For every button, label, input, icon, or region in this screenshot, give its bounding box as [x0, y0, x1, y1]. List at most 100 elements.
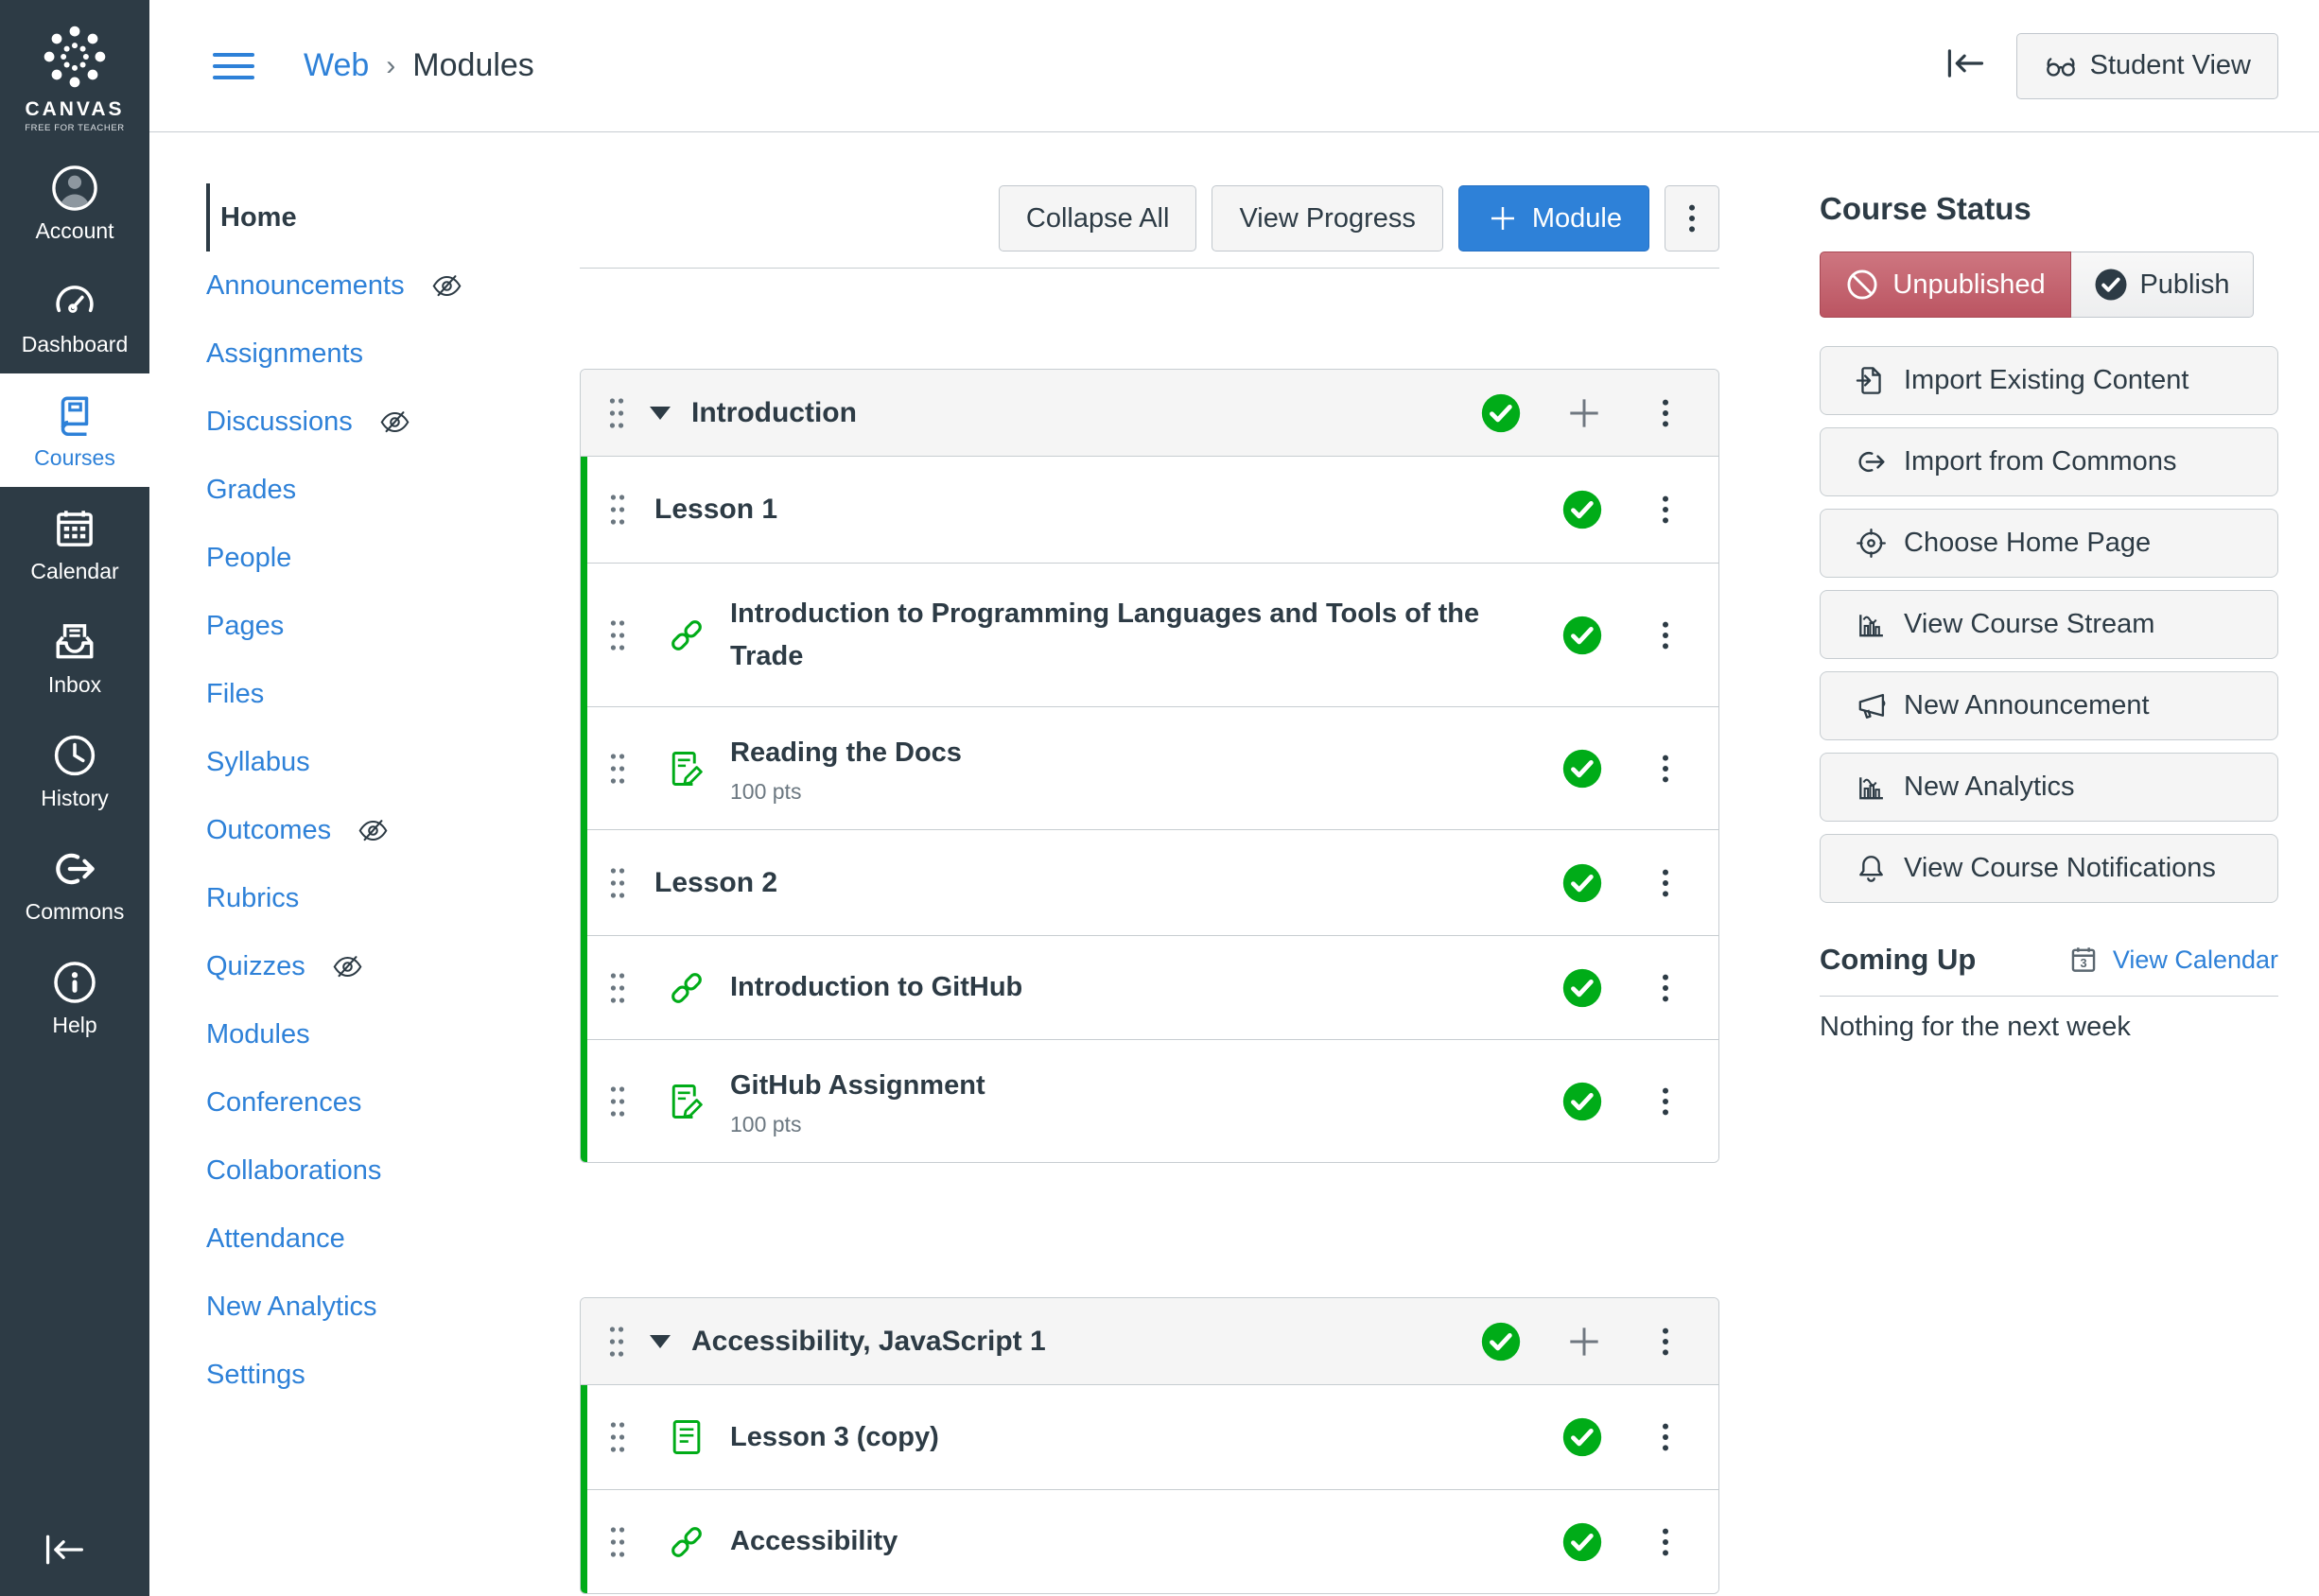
- published-check-icon[interactable]: [1561, 1081, 1603, 1122]
- module-options-button[interactable]: [1647, 1323, 1684, 1361]
- choose-home-page-button[interactable]: Choose Home Page: [1820, 509, 2278, 578]
- drag-handle-icon[interactable]: [604, 394, 629, 432]
- course-nav-discussions[interactable]: Discussions: [206, 388, 580, 456]
- drag-handle-icon[interactable]: [605, 616, 630, 654]
- drag-handle-icon[interactable]: [604, 1323, 629, 1361]
- item-options-button[interactable]: [1647, 1083, 1684, 1120]
- item-options-button[interactable]: [1647, 750, 1684, 788]
- course-nav-pages[interactable]: Pages: [206, 592, 580, 660]
- course-nav-new-analytics[interactable]: New Analytics: [206, 1273, 580, 1341]
- published-check-icon[interactable]: [1480, 392, 1522, 434]
- new-analytics-button[interactable]: New Analytics: [1820, 753, 2278, 822]
- item-title-link[interactable]: Introduction to GitHub: [730, 966, 1022, 1009]
- global-nav-courses[interactable]: Courses: [0, 373, 149, 487]
- published-check-icon[interactable]: [1480, 1321, 1522, 1362]
- item-title-link[interactable]: Introduction to Programming Languages an…: [730, 593, 1533, 678]
- chevron-down-icon[interactable]: [650, 1334, 671, 1348]
- course-nav-announcements-label: Announcements: [206, 269, 405, 301]
- view-progress-button[interactable]: View Progress: [1212, 185, 1443, 252]
- item-options-button[interactable]: [1647, 616, 1684, 654]
- drag-handle-icon[interactable]: [605, 864, 630, 902]
- course-nav-people[interactable]: People: [206, 524, 580, 592]
- global-nav-dashboard[interactable]: Dashboard: [0, 260, 149, 373]
- course-nav-rubrics[interactable]: Rubrics: [206, 864, 580, 932]
- no-symbol-icon: [1845, 268, 1879, 302]
- global-nav-commons[interactable]: Commons: [0, 827, 149, 941]
- course-nav-new-analytics-label: New Analytics: [206, 1291, 377, 1322]
- global-nav-help[interactable]: Help: [0, 941, 149, 1054]
- global-nav-calendar[interactable]: Calendar: [0, 487, 149, 600]
- collapse-sidebar-button[interactable]: [1941, 43, 1990, 88]
- item-title-link[interactable]: Reading the Docs: [730, 732, 962, 774]
- choose-home-page-label: Choose Home Page: [1904, 528, 2152, 558]
- global-nav-collapse-button[interactable]: [38, 1529, 91, 1575]
- import-existing-content-button[interactable]: Import Existing Content: [1820, 346, 2278, 415]
- item-options-button[interactable]: [1647, 1523, 1684, 1561]
- course-nav-conferences[interactable]: Conferences: [206, 1068, 580, 1136]
- course-nav-files[interactable]: Files: [206, 660, 580, 728]
- course-nav-files-label: Files: [206, 678, 265, 709]
- new-announcement-button[interactable]: New Announcement: [1820, 671, 2278, 740]
- course-nav-announcements[interactable]: Announcements: [206, 252, 580, 320]
- published-check-icon[interactable]: [1561, 967, 1603, 1009]
- item-options-button[interactable]: [1647, 1418, 1684, 1456]
- published-check-icon[interactable]: [1561, 1521, 1603, 1563]
- breadcrumb-separator: ›: [386, 49, 396, 81]
- module-subheader-row: Lesson 1: [587, 457, 1718, 563]
- chevron-down-icon[interactable]: [650, 406, 671, 420]
- course-nav-settings[interactable]: Settings: [206, 1341, 580, 1409]
- add-item-button[interactable]: [1563, 392, 1605, 434]
- import-from-commons-button[interactable]: Import from Commons: [1820, 427, 2278, 496]
- published-check-icon[interactable]: [1561, 748, 1603, 789]
- course-nav-assignments[interactable]: Assignments: [206, 320, 580, 388]
- course-nav-syllabus[interactable]: Syllabus: [206, 728, 580, 796]
- course-nav-collaborations[interactable]: Collaborations: [206, 1136, 580, 1205]
- published-check-icon[interactable]: [1561, 615, 1603, 656]
- student-view-button[interactable]: Student View: [2015, 32, 2278, 99]
- hamburger-menu-icon[interactable]: [213, 45, 254, 87]
- coming-up-title: Coming Up: [1820, 943, 1977, 976]
- course-nav-outcomes[interactable]: Outcomes: [206, 796, 580, 864]
- add-module-button[interactable]: Module: [1457, 185, 1649, 252]
- item-title-link[interactable]: Accessibility: [730, 1520, 898, 1563]
- item-title-link[interactable]: GitHub Assignment: [730, 1065, 985, 1107]
- hidden-eye-icon: [431, 270, 462, 302]
- view-course-notifications-button[interactable]: View Course Notifications: [1820, 834, 2278, 903]
- coming-up-empty-text: Nothing for the next week: [1820, 1012, 2131, 1042]
- drag-handle-icon[interactable]: [605, 969, 630, 1007]
- drag-handle-icon[interactable]: [605, 491, 630, 529]
- drag-handle-icon[interactable]: [605, 1523, 630, 1561]
- import-existing-content-label: Import Existing Content: [1904, 365, 2189, 395]
- collapse-all-button[interactable]: Collapse All: [998, 185, 1197, 252]
- publish-button[interactable]: Publish: [2071, 252, 2254, 318]
- module-options-button[interactable]: [1647, 394, 1684, 432]
- item-options-button[interactable]: [1647, 864, 1684, 902]
- published-check-icon[interactable]: [1561, 489, 1603, 530]
- module-body: Lesson 1 Introduction to Programming Lan…: [581, 457, 1718, 1162]
- item-options-button[interactable]: [1647, 491, 1684, 529]
- canvas-logo[interactable]: CANVAS FREE FOR TEACHER: [0, 0, 149, 147]
- course-nav-modules[interactable]: Modules: [206, 1000, 580, 1068]
- item-title-link[interactable]: Lesson 3 (copy): [730, 1416, 939, 1459]
- course-nav-grades[interactable]: Grades: [206, 456, 580, 524]
- course-nav-home[interactable]: Home: [206, 183, 580, 252]
- course-nav-quizzes[interactable]: Quizzes: [206, 932, 580, 1000]
- unpublished-button[interactable]: Unpublished: [1820, 252, 2071, 318]
- course-nav-quizzes-label: Quizzes: [206, 950, 305, 981]
- global-nav-inbox[interactable]: Inbox: [0, 600, 149, 714]
- drag-handle-icon[interactable]: [605, 750, 630, 788]
- breadcrumb-course-link[interactable]: Web: [304, 47, 369, 84]
- view-calendar-link[interactable]: View Calendar: [2113, 945, 2278, 975]
- published-check-icon[interactable]: [1561, 862, 1603, 904]
- drag-handle-icon[interactable]: [605, 1418, 630, 1456]
- modules-options-button[interactable]: [1665, 185, 1719, 252]
- global-nav-account[interactable]: Account: [0, 147, 149, 260]
- item-options-button[interactable]: [1647, 969, 1684, 1007]
- add-item-button[interactable]: [1563, 1321, 1605, 1362]
- published-check-icon[interactable]: [1561, 1416, 1603, 1458]
- view-course-stream-button[interactable]: View Course Stream: [1820, 590, 2278, 659]
- course-nav-attendance[interactable]: Attendance: [206, 1205, 580, 1273]
- global-nav-history[interactable]: History: [0, 714, 149, 827]
- collapse-all-label: Collapse All: [1025, 202, 1170, 234]
- drag-handle-icon[interactable]: [605, 1083, 630, 1120]
